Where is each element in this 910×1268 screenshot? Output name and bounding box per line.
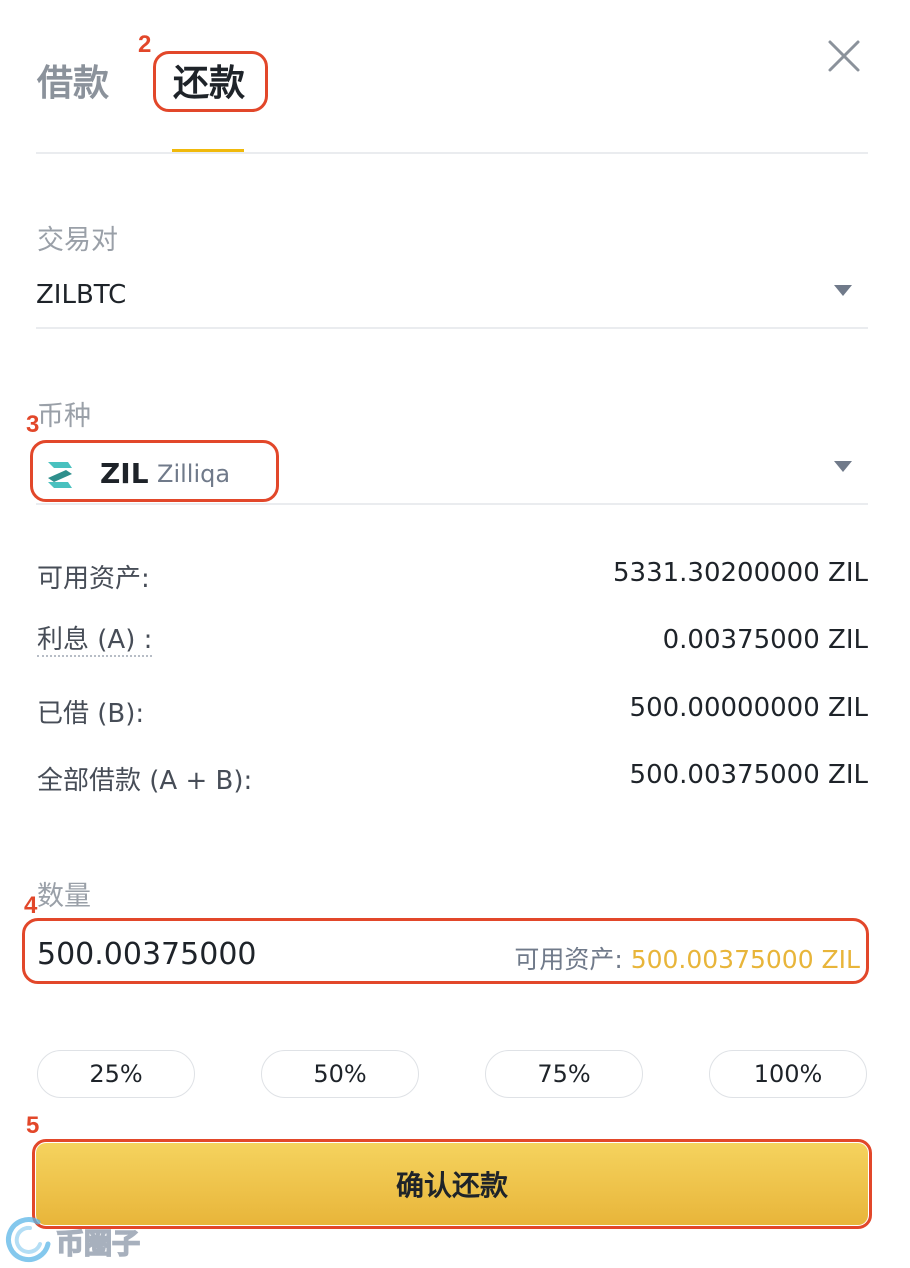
annotation-box-repay-tab xyxy=(153,51,268,112)
total-borrowed-value: 500.00375000 ZIL xyxy=(629,760,868,790)
tab-borrow[interactable]: 借款 xyxy=(37,66,109,102)
pair-value: ZILBTC xyxy=(36,280,127,310)
annotation-number: 4 xyxy=(24,892,38,919)
total-borrowed-label: 全部借款 (A + B): xyxy=(37,766,253,796)
available-label: 可用资产: xyxy=(37,564,150,594)
pair-select[interactable]: ZILBTC xyxy=(36,270,868,328)
borrowed-value: 500.00000000 ZIL xyxy=(629,693,868,723)
borrowed-label: 已借 (B): xyxy=(37,699,145,729)
watermark-text: 币圈子 xyxy=(55,1226,141,1261)
percent-100-button[interactable]: 100% xyxy=(709,1050,867,1098)
pair-label: 交易对 xyxy=(37,225,118,256)
close-button[interactable] xyxy=(826,38,862,74)
coin-divider xyxy=(36,503,868,505)
chevron-down-icon xyxy=(834,461,852,472)
watermark: 币圈子 xyxy=(4,1214,164,1266)
annotation-number: 3 xyxy=(26,411,40,438)
interest-label[interactable]: 利息 (A) : xyxy=(37,625,153,657)
tabs-divider xyxy=(36,152,868,154)
watermark-logo-icon xyxy=(6,1217,51,1263)
chevron-down-icon xyxy=(834,285,852,296)
annotation-number: 5 xyxy=(26,1112,40,1139)
interest-value: 0.00375000 ZIL xyxy=(662,625,868,655)
quantity-label: 数量 xyxy=(37,881,91,912)
coin-label: 币种 xyxy=(37,401,91,432)
annotation-box-coin xyxy=(30,440,279,502)
percent-50-button[interactable]: 50% xyxy=(261,1050,419,1098)
available-value: 5331.30200000 ZIL xyxy=(613,558,868,588)
annotation-number: 2 xyxy=(138,31,152,58)
percent-75-button[interactable]: 75% xyxy=(485,1050,643,1098)
pair-divider xyxy=(36,327,868,329)
close-icon xyxy=(828,40,860,72)
percent-25-button[interactable]: 25% xyxy=(37,1050,195,1098)
annotation-box-quantity xyxy=(22,918,869,984)
